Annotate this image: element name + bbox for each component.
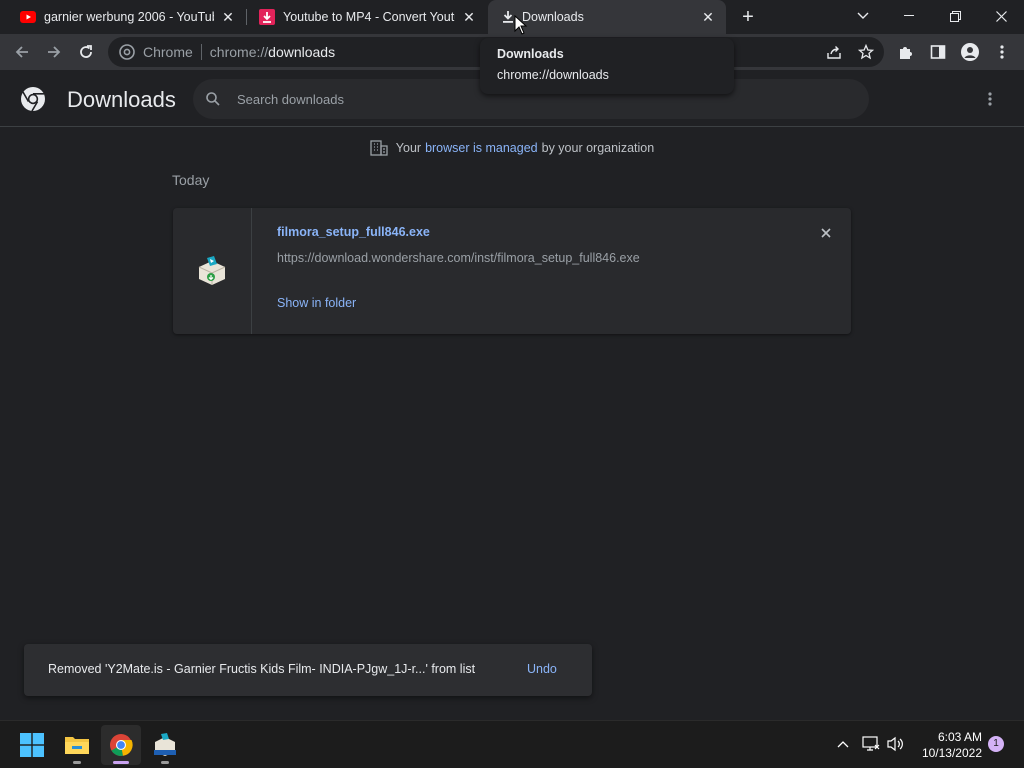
- download-source-url: https://download.wondershare.com/inst/fi…: [277, 251, 640, 265]
- side-panel-button[interactable]: [924, 38, 952, 66]
- installer-package-icon: [154, 733, 176, 756]
- site-chip: Chrome: [143, 44, 193, 60]
- chrome-logo-icon: [20, 86, 46, 112]
- chevron-up-icon: [837, 741, 849, 748]
- youtube-icon: [20, 9, 36, 25]
- installer-package-icon: [198, 256, 226, 285]
- running-indicator: [73, 761, 81, 764]
- removed-toast: Removed 'Y2Mate.is - Garnier Fructis Kid…: [24, 644, 592, 696]
- managed-notice: Your browser is managed by your organiza…: [0, 140, 1024, 156]
- tab-hover-card: Downloads chrome://downloads: [480, 38, 734, 94]
- omnibox-divider: [200, 44, 202, 60]
- chrome-icon: [110, 734, 133, 756]
- windows-logo-icon: [20, 733, 44, 757]
- puzzle-icon: [900, 47, 912, 59]
- search-icon: [206, 92, 220, 106]
- speaker-icon: [887, 736, 903, 752]
- new-tab-button[interactable]: +: [738, 7, 758, 27]
- date-heading: Today: [172, 172, 210, 188]
- taskbar-clock[interactable]: 6:03 AM 10/13/2022: [910, 729, 982, 761]
- network-icon: [862, 736, 880, 751]
- download-filename-link[interactable]: filmora_setup_full846.exe: [277, 225, 430, 239]
- close-window-button[interactable]: [978, 0, 1024, 32]
- running-indicator: [113, 761, 129, 764]
- notification-badge[interactable]: 1: [988, 736, 1004, 752]
- undo-button[interactable]: Undo: [527, 662, 557, 676]
- share-icon: [827, 46, 841, 59]
- restore-icon: [949, 10, 961, 22]
- tab-youtube[interactable]: garnier werbung 2006 - YouTube ✕: [0, 0, 246, 34]
- tab-strip: garnier werbung 2006 - YouTube ✕ Youtube…: [0, 0, 1024, 34]
- close-tab-icon[interactable]: ✕: [461, 9, 477, 25]
- chrome-site-icon: [119, 44, 135, 60]
- url-scheme: chrome://: [209, 44, 269, 60]
- tab-converter[interactable]: Youtube to MP4 - Convert Youtube ✕: [239, 0, 487, 34]
- close-tab-icon[interactable]: ✕: [700, 9, 716, 25]
- clock-time: 6:03 AM: [937, 730, 982, 744]
- windows-taskbar: 6:03 AM 10/13/2022 1: [0, 720, 1024, 768]
- extensions-button[interactable]: [892, 38, 920, 66]
- tab-title: Downloads: [522, 10, 584, 24]
- file-icon-column: [173, 208, 252, 334]
- chevron-down-icon: [857, 12, 869, 19]
- volume-button[interactable]: [884, 733, 906, 755]
- mouse-cursor-icon: [514, 15, 528, 35]
- bookmark-button[interactable]: [852, 38, 880, 66]
- hover-card-title: Downloads: [497, 47, 564, 61]
- reload-button[interactable]: [72, 38, 100, 66]
- taskbar-chrome[interactable]: [101, 725, 141, 765]
- profile-button[interactable]: [956, 38, 984, 66]
- managed-link[interactable]: browser is managed: [425, 141, 538, 155]
- chrome-menu-button[interactable]: [988, 38, 1016, 66]
- managed-suffix: by your organization: [541, 141, 655, 155]
- kebab-menu-icon: [1000, 45, 1004, 59]
- remove-from-list-button[interactable]: [818, 225, 834, 241]
- reload-icon: [80, 45, 92, 58]
- start-button[interactable]: [12, 725, 52, 765]
- back-button[interactable]: [8, 38, 36, 66]
- back-arrow-icon: [15, 46, 28, 58]
- clock-date: 10/13/2022: [921, 746, 982, 760]
- minimize-button[interactable]: [886, 0, 932, 32]
- page-title: Downloads: [67, 87, 176, 112]
- close-tab-icon[interactable]: ✕: [220, 9, 236, 25]
- url-host: downloads: [268, 44, 336, 60]
- avatar-icon: [961, 43, 979, 61]
- download-site-icon: [259, 9, 275, 25]
- star-icon: [858, 44, 874, 60]
- restore-button[interactable]: [932, 0, 978, 32]
- close-icon: [995, 10, 1007, 22]
- toast-message: Removed 'Y2Mate.is - Garnier Fructis Kid…: [48, 662, 476, 676]
- forward-arrow-icon: [48, 46, 61, 58]
- download-item: filmora_setup_full846.exe https://downlo…: [173, 208, 851, 334]
- forward-button[interactable]: [40, 38, 68, 66]
- kebab-menu-icon: [988, 92, 992, 106]
- show-in-folder-link[interactable]: Show in folder: [277, 296, 356, 310]
- show-hidden-icons-button[interactable]: [832, 733, 854, 755]
- tab-title: Youtube to MP4 - Convert Youtube: [283, 10, 455, 24]
- network-button[interactable]: [860, 733, 882, 755]
- downloads-menu-button[interactable]: [978, 87, 1002, 111]
- minimize-icon: [904, 15, 914, 16]
- taskbar-installer[interactable]: [145, 725, 185, 765]
- share-button[interactable]: [820, 38, 848, 66]
- building-icon: [370, 140, 388, 156]
- taskbar-file-explorer[interactable]: [57, 725, 97, 765]
- tab-search-button[interactable]: [840, 0, 886, 32]
- hover-card-url: chrome://downloads: [497, 68, 609, 82]
- managed-prefix: Your: [395, 141, 422, 155]
- running-indicator: [161, 761, 169, 764]
- folder-icon: [65, 737, 89, 754]
- side-panel-icon: [930, 45, 946, 59]
- close-icon: [821, 228, 831, 238]
- tab-title: garnier werbung 2006 - YouTube: [44, 10, 214, 24]
